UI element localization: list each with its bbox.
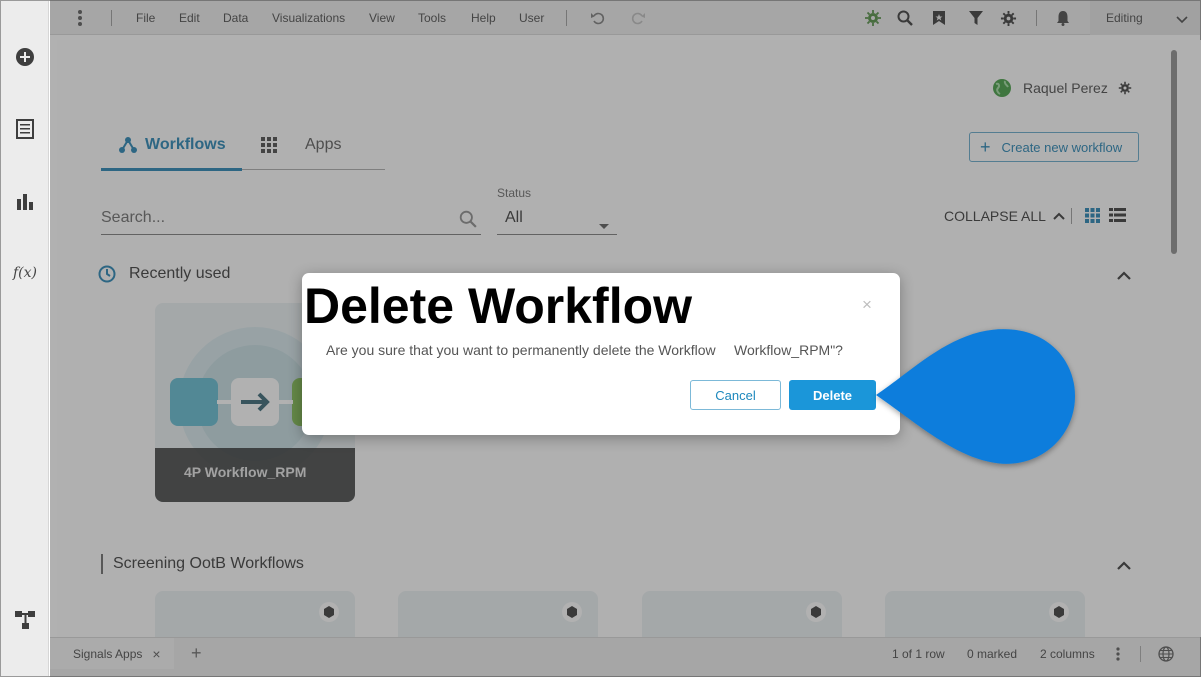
delete-workflow-dialog: Delete Workflow × Are you sure that you … <box>302 273 900 435</box>
cancel-button[interactable]: Cancel <box>690 380 781 410</box>
dialog-message: Are you sure that you want to permanentl… <box>326 342 716 358</box>
document-icon[interactable] <box>13 117 37 141</box>
function-icon[interactable]: f(x) <box>13 261 37 285</box>
close-icon[interactable]: × <box>862 295 872 315</box>
dialog-message-name: Workflow_RPM"? <box>734 342 843 358</box>
delete-button[interactable]: Delete <box>789 380 876 410</box>
dialog-title: Delete Workflow <box>304 278 693 334</box>
callout-pointer-icon <box>876 329 1075 464</box>
hierarchy-icon[interactable] <box>13 608 37 632</box>
left-sidebar: f(x) <box>1 1 49 676</box>
bar-chart-icon[interactable] <box>13 189 37 213</box>
add-icon[interactable] <box>13 45 37 69</box>
